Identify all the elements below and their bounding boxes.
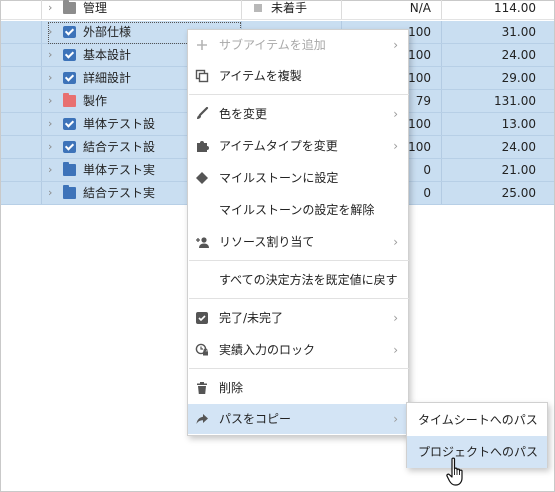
chevron-right-icon: › [393,139,398,153]
value-cell: 21.00 [501,163,536,177]
menu-item-add-subitem[interactable]: サブアイテムを追加 › [188,30,408,60]
value-cell: 29.00 [501,71,536,85]
folder-icon [63,185,76,199]
puzzle-icon [195,139,209,153]
menu-item-set-milestone[interactable]: マイルストーンに設定 [188,163,408,193]
value-cell: 31.00 [501,25,536,39]
chevron-right-icon[interactable]: › [48,44,52,66]
value-cell: 114.00 [494,1,536,15]
task-name: 単体テスト実 [83,163,156,177]
value-cell: 25.00 [501,186,536,200]
task-name: 詳細設計 [83,71,132,85]
copy-path-submenu: タイムシートへのパス プロジェクトへのパス [406,402,548,468]
value-cell: 24.00 [501,140,536,154]
task-name: 結合テスト実 [83,186,156,200]
value-cell: 24.00 [501,48,536,62]
task-name: 基本設計 [83,48,132,62]
context-menu: サブアイテムを追加 › アイテムを複製 色を変更 › アイテムタイプを変更 › … [187,29,409,436]
folder-icon [63,162,76,176]
plus-icon [195,38,209,52]
chevron-right-icon[interactable]: › [48,136,52,158]
menu-item-complete[interactable]: 完了/未完了 › [188,303,408,333]
diamond-icon [195,171,209,185]
value-cell: 13.00 [501,117,536,131]
brush-icon [195,107,209,121]
chevron-right-icon: › [393,311,398,325]
menu-separator [189,260,409,261]
menu-item-duplicate[interactable]: アイテムを複製 [188,61,408,91]
chevron-right-icon: › [393,343,398,357]
hand-cursor-icon [446,457,466,487]
submenu-item-project-path[interactable]: プロジェクトへのパス [407,436,547,468]
checkbox-icon [195,311,209,325]
checkbox-checked-icon [63,49,76,61]
chevron-right-icon[interactable]: › [48,182,52,204]
status-text: 未着手 [271,1,308,15]
chevron-right-icon: › [393,412,398,426]
chevron-right-icon: › [393,107,398,121]
menu-separator [189,94,409,95]
folder-icon [63,93,76,107]
table-row[interactable]: N/A 114.00 › 管理 未着手 [1,0,554,20]
menu-item-assign-resource[interactable]: リソース割り当て › [188,227,408,257]
checkbox-checked-icon [63,118,76,130]
progress-cell: N/A [342,0,442,19]
duplicate-icon [195,69,209,83]
task-name: 管理 [83,1,108,15]
menu-item-copy-path[interactable]: パスをコピー › [188,404,408,434]
chevron-right-icon: › [393,38,398,52]
clock-lock-icon [195,343,209,357]
chevron-right-icon[interactable]: › [48,0,52,19]
task-name: 結合テスト設 [83,140,156,154]
menu-item-change-color[interactable]: 色を変更 › [188,99,408,129]
task-name: 単体テスト設 [83,117,156,131]
menu-separator [189,368,409,369]
folder-icon [63,0,76,14]
menu-item-unset-milestone[interactable]: マイルストーンの設定を解除 [188,195,408,225]
add-person-icon [195,235,209,249]
value-cell: 131.00 [494,94,536,108]
checkbox-checked-icon [63,141,76,153]
menu-item-reset-methods[interactable]: すべての決定方法を既定値に戻す [188,265,408,295]
chevron-right-icon[interactable]: › [48,90,52,112]
submenu-item-timesheet-path[interactable]: タイムシートへのパス [407,404,547,436]
menu-item-delete[interactable]: 削除 [188,373,408,403]
chevron-right-icon[interactable]: › [48,67,52,89]
task-name: 製作 [83,94,108,108]
chevron-right-icon[interactable]: › [48,159,52,181]
menu-item-change-type[interactable]: アイテムタイプを変更 › [188,131,408,161]
chevron-right-icon: › [393,235,398,249]
trash-icon [195,381,209,395]
menu-separator [189,298,409,299]
menu-item-lock-actuals[interactable]: 実績入力のロック › [188,335,408,365]
checkbox-checked-icon [63,72,76,84]
share-arrow-icon [195,412,209,426]
chevron-right-icon[interactable]: › [48,113,52,135]
status-square-icon [254,4,262,12]
